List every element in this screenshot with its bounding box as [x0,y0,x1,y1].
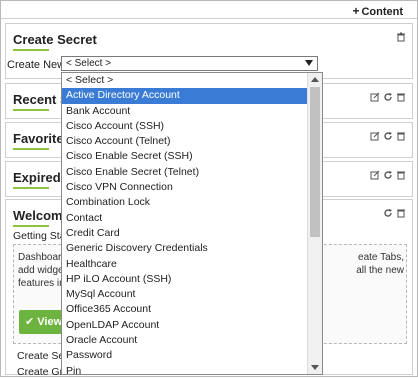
view-button-label: View [37,316,63,328]
widget-title: Create Secret [13,32,97,51]
plus-icon: + [352,4,360,18]
dropdown-option[interactable]: Credit Card [62,226,308,241]
dropdown-option[interactable]: Office365 Account [62,302,308,317]
delete-icon[interactable] [396,170,406,180]
welcome-text-line: all the new [356,265,404,276]
expired-secrets-title: Expired Secrets [13,170,63,185]
dropdown-option[interactable]: Cisco Enable Secret (Telnet) [62,165,308,180]
welcome-text-line: features in [18,278,65,289]
dropdown-option[interactable]: Cisco Account (SSH) [62,119,308,134]
secret-template-select[interactable]: < Select > [61,56,318,71]
title-underline [13,49,49,51]
scroll-down-icon[interactable] [311,365,319,370]
dropdown-option[interactable]: Cisco Enable Secret (SSH) [62,149,308,164]
create-new-label: Create New [7,59,66,71]
top-bar: + Content [1,1,417,19]
welcome-text-line: Dashboard [18,252,67,263]
delete-icon[interactable] [396,208,406,218]
refresh-icon[interactable] [383,208,393,218]
widget-title: Recent Secrets [13,92,63,111]
refresh-icon[interactable] [383,170,393,180]
create-secret-title: Create Secret [13,32,97,47]
dropdown-option[interactable]: Cisco Account (Telnet) [62,134,308,149]
dropdown-option[interactable]: Pin [62,364,308,374]
dropdown-option[interactable]: OpenLDAP Account [62,318,308,333]
dropdown-option[interactable]: < Select > [62,73,308,88]
dropdown-option[interactable]: Bank Account [62,104,308,119]
chevron-down-icon [305,60,313,66]
app-frame: + Content Create Secret Create New < Sele… [0,0,418,378]
refresh-icon[interactable] [383,92,393,102]
recent-secrets-title: Recent Secrets [13,92,63,107]
dropdown-option[interactable]: Oracle Account [62,333,308,348]
widget-title: Expired Secrets [13,170,63,189]
dropdown-scrollbar[interactable] [307,73,322,374]
delete-icon[interactable] [396,92,406,102]
dropdown-options: < Select > Active Directory Account Bank A… [62,73,308,374]
favorite-secrets-title: Favorite Secrets [13,131,63,146]
refresh-icon[interactable] [383,131,393,141]
welcome-text-line: add widget [18,265,67,276]
edit-icon[interactable] [370,92,380,102]
dropdown-option[interactable]: Contact [62,211,308,226]
scroll-thumb[interactable] [310,87,320,237]
welcome-title: Welcome [13,208,65,223]
check-icon: ✔ [25,316,35,328]
add-content-label: Content [361,6,403,18]
dropdown-option[interactable]: HP iLO Account (SSH) [62,272,308,287]
add-content-button[interactable]: + Content [352,4,403,18]
select-value: < Select > [66,58,112,69]
scroll-up-icon[interactable] [311,77,319,82]
widget-title: Welcome [13,208,65,227]
dropdown-option[interactable]: Generic Discovery Credentials [62,241,308,256]
dropdown-option[interactable]: Cisco VPN Connection [62,180,308,195]
edit-icon[interactable] [370,131,380,141]
dropdown-option[interactable]: Password [62,348,308,363]
dropdown-option[interactable]: Combination Lock [62,195,308,210]
dropdown-option[interactable]: MySql Account [62,287,308,302]
welcome-text-line: eate Tabs, [358,252,404,263]
dropdown-option[interactable]: Healthcare [62,257,308,272]
template-dropdown-list[interactable]: < Select > Active Directory Account Bank A… [61,72,323,375]
edit-icon[interactable] [370,170,380,180]
dropdown-option[interactable]: Active Directory Account [62,88,308,104]
widget-title: Favorite Secrets [13,131,63,150]
delete-icon[interactable] [396,32,406,42]
delete-icon[interactable] [396,131,406,141]
